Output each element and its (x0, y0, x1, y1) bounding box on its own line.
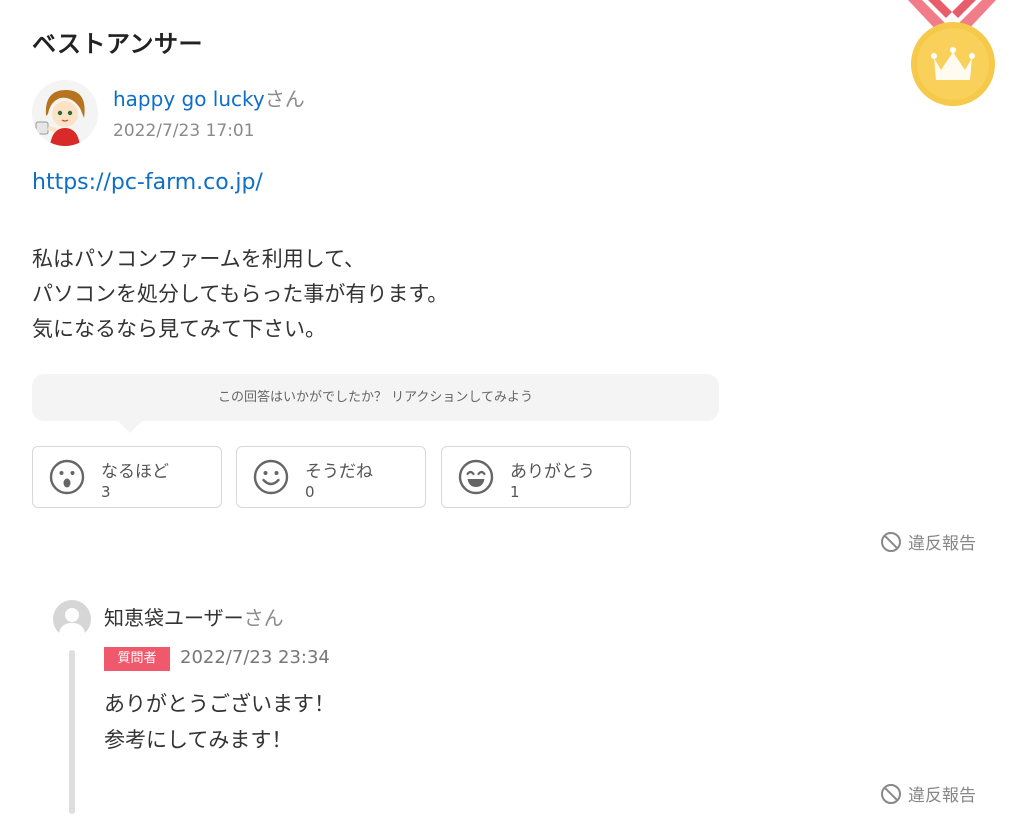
report-label: 違反報告 (908, 786, 976, 806)
answerer-name-link[interactable]: happy go lucky (113, 87, 265, 111)
smile-face-icon (253, 459, 289, 495)
reaction-label: ありがとう (510, 462, 595, 482)
reply-thread-line (69, 650, 75, 814)
reaction-count: 0 (305, 483, 315, 501)
reaction-count: 1 (510, 483, 520, 501)
reply-user-name: 知恵袋ユーザーさん (104, 602, 284, 631)
reaction-label: そうだね (305, 462, 373, 482)
reply-body-line: 参考にしてみます！ (104, 728, 293, 752)
section-title: ベストアンサー (32, 30, 204, 58)
crown-medal-icon (908, 0, 996, 106)
answerer-info: happy go luckyさん 2022/7/23 17:01 (32, 80, 305, 146)
answer-datetime: 2022/7/23 17:01 (113, 121, 255, 141)
reaction-prompt: この回答はいかがでしたか？ リアクションしてみよう (32, 374, 719, 421)
default-user-avatar-icon[interactable] (53, 600, 91, 638)
honorific: さん (264, 87, 305, 111)
report-label: 違反報告 (908, 534, 976, 554)
report-reply-link[interactable]: 違反報告 (880, 781, 976, 806)
answer-body: 私はパソコンファームを利用して、 パソコンを処分してもらった事が有ります。 気に… (32, 242, 448, 347)
prohibited-icon (881, 783, 901, 804)
grin-face-icon (458, 459, 494, 495)
reaction-button-naruhodo[interactable]: なるほど 3 (32, 446, 222, 508)
answer-url-link[interactable]: https://pc-farm.co.jp/ (32, 170, 263, 195)
answer-body-line: パソコンを処分してもらった事が有ります。 (32, 282, 449, 306)
answer-body-line: 気になるなら見てみて下さい。 (32, 317, 326, 341)
reply-name-text: 知恵袋ユーザー (104, 606, 244, 630)
surprised-face-icon (49, 459, 85, 495)
reaction-prompt-tail (118, 421, 142, 433)
reply-body: ありがとうございます！ 参考にしてみます！ (104, 686, 335, 758)
answer-body-line: 私はパソコンファームを利用して、 (32, 247, 366, 271)
report-answer-link[interactable]: 違反報告 (880, 529, 976, 554)
reaction-count: 3 (101, 483, 111, 501)
reply-body-line: ありがとうございます！ (104, 692, 335, 716)
avatar[interactable] (32, 80, 98, 146)
reply-datetime: 2022/7/23 23:34 (180, 647, 330, 668)
honorific: さん (243, 606, 284, 630)
asker-badge: 質問者 (104, 647, 170, 671)
reaction-button-soudane[interactable]: そうだね 0 (236, 446, 426, 508)
prohibited-icon (881, 531, 901, 552)
reaction-button-arigatou[interactable]: ありがとう 1 (441, 446, 631, 508)
best-answer-page: ベストアンサー happy go luckyさん 2022/7/23 17:01… (0, 0, 1024, 826)
reaction-label: なるほど (101, 462, 169, 482)
